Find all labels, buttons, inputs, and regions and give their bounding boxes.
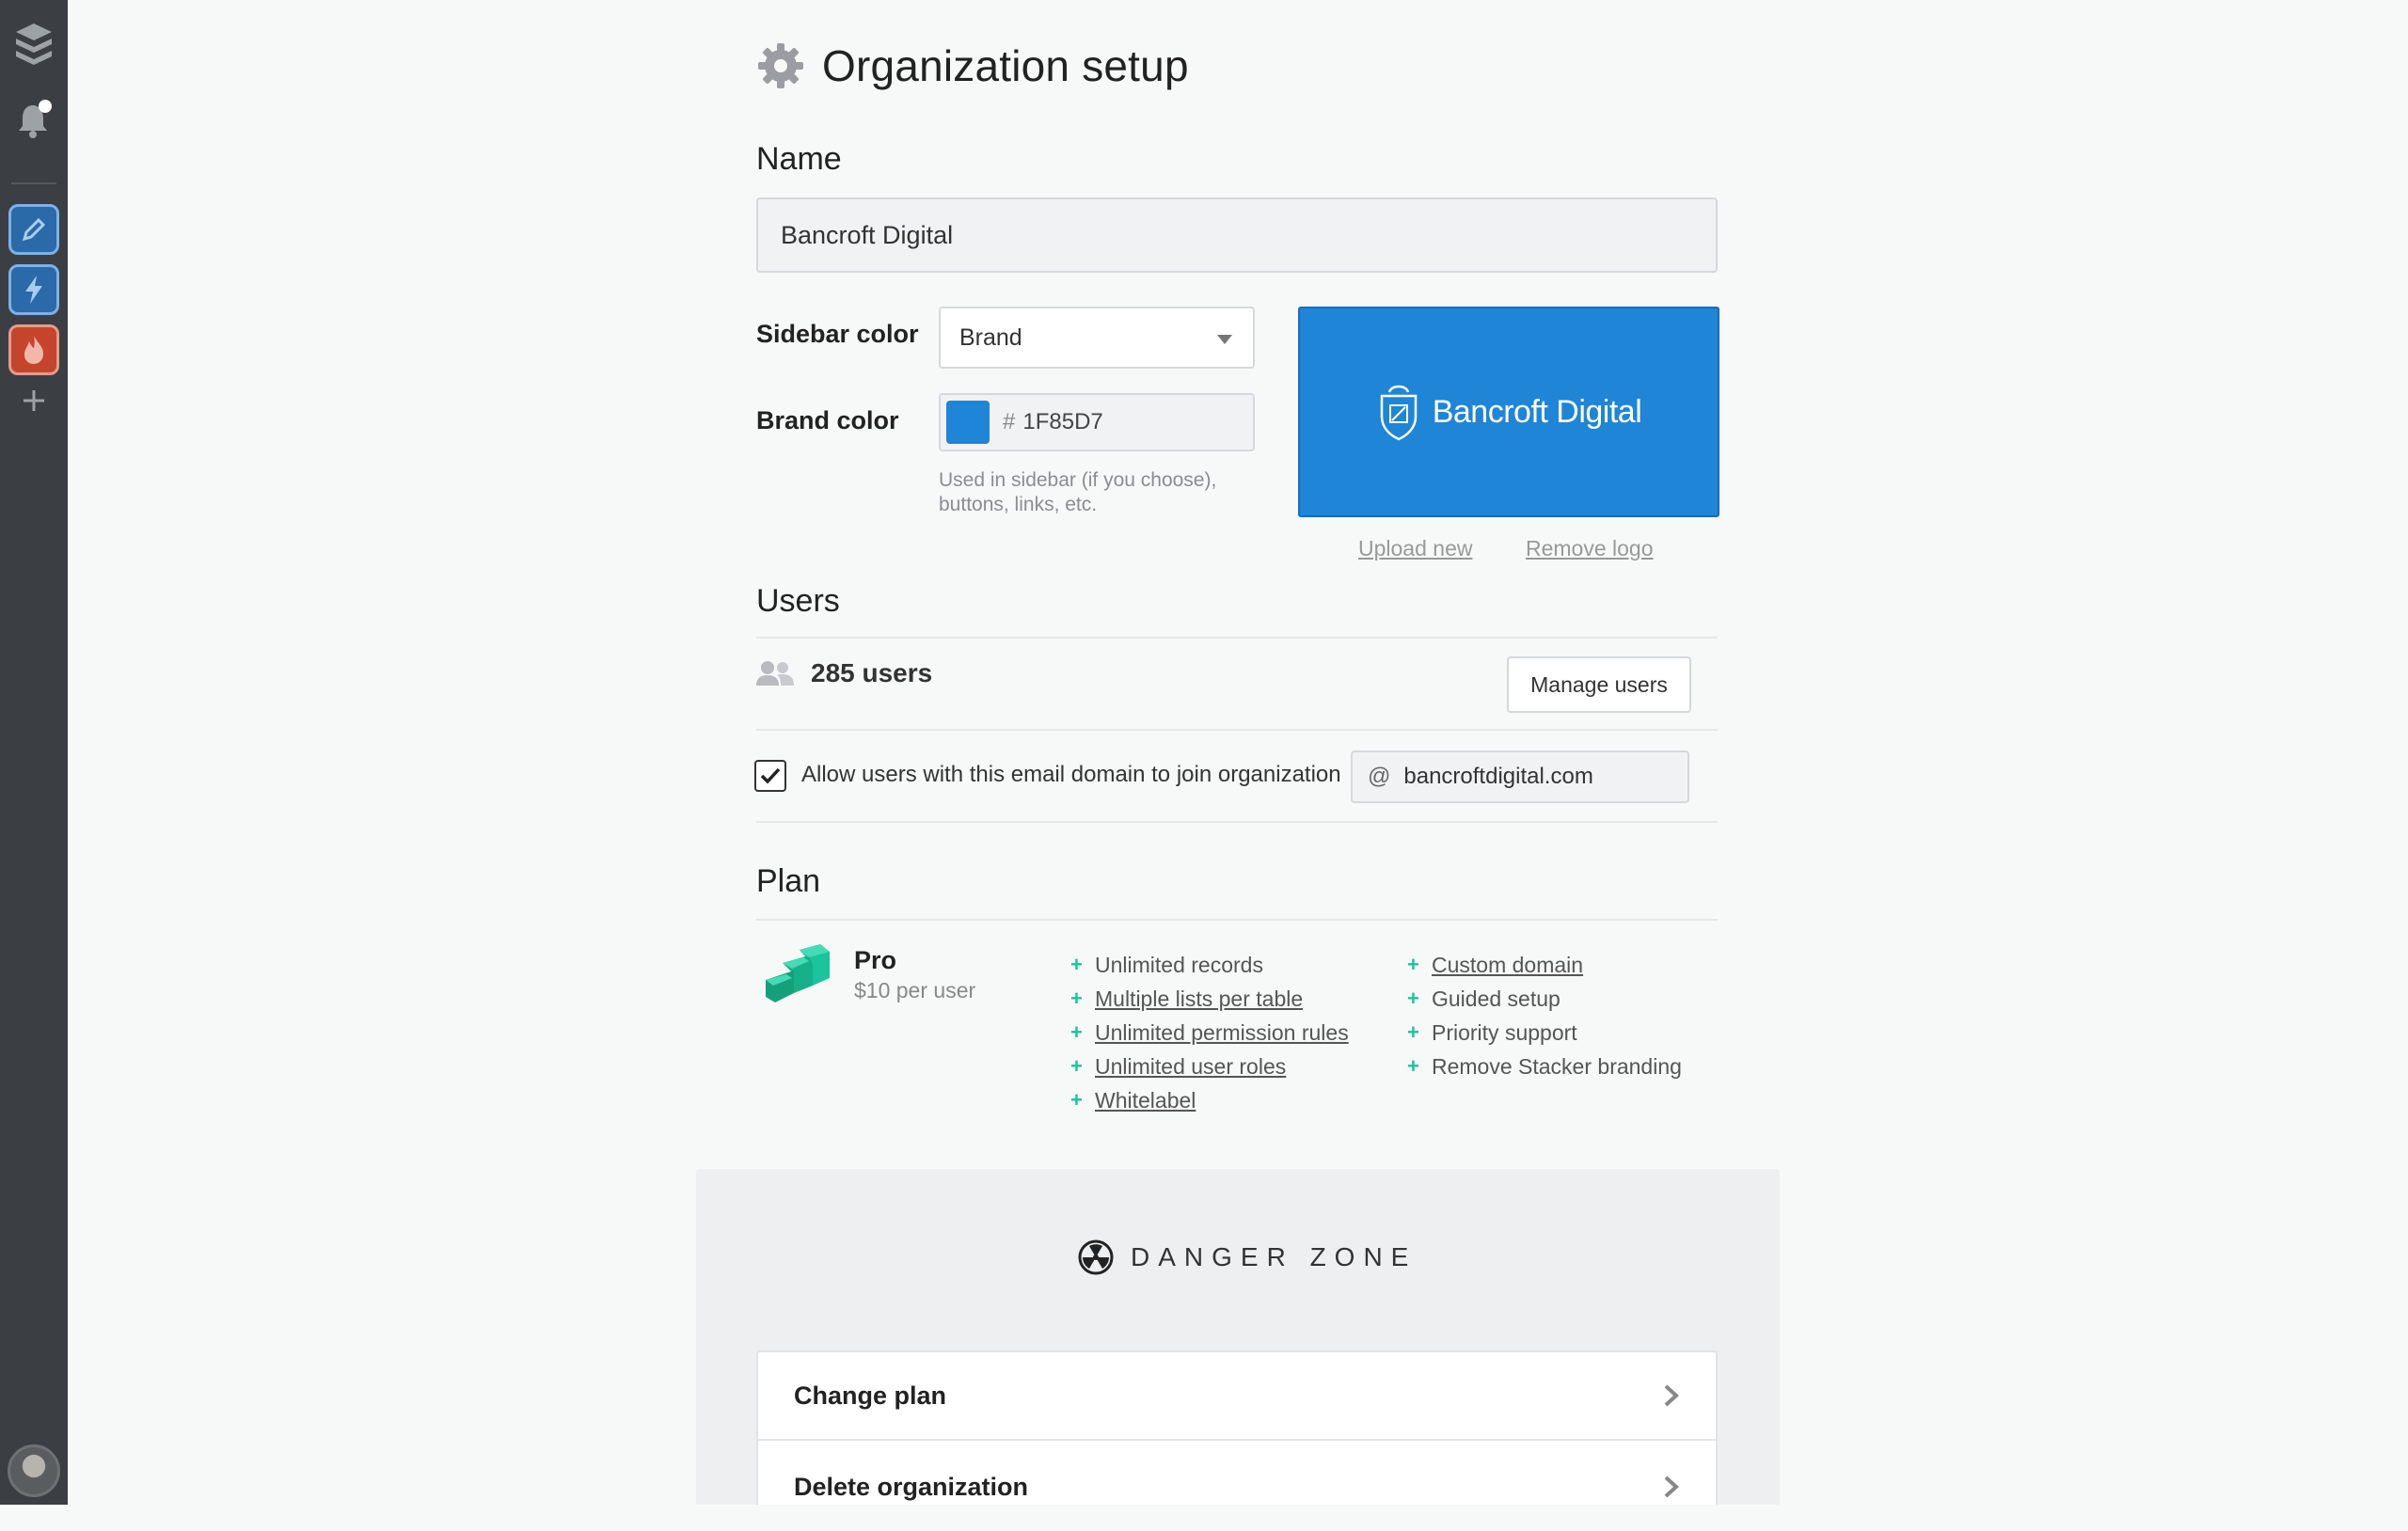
- plan-heading: Plan: [756, 863, 821, 899]
- hash-prefix: #: [1003, 409, 1016, 434]
- feature-label: Guided setup: [1432, 986, 1560, 1011]
- feature-label: Priority support: [1432, 1019, 1577, 1045]
- feature-link[interactable]: Custom domain: [1432, 953, 1583, 978]
- email-domain-input[interactable]: @ bancroftdigital.com: [1351, 750, 1689, 803]
- radiation-icon: [1078, 1239, 1114, 1275]
- plus-icon: +: [1070, 953, 1083, 976]
- users-count: 285 users: [811, 658, 933, 687]
- feature-item[interactable]: + Unlimited permission rules: [1070, 1016, 1349, 1050]
- plus-icon: +: [1070, 986, 1083, 1010]
- chevron-right-icon: [1664, 1476, 1679, 1498]
- feature-item: + Guided setup: [1407, 982, 1682, 1016]
- plus-icon: +: [1407, 953, 1419, 976]
- brand-color-field[interactable]: # 1F85D7: [939, 393, 1255, 451]
- stacker-logo-icon[interactable]: [13, 21, 55, 68]
- feature-label: Unlimited records: [1095, 952, 1263, 977]
- feature-item: + Unlimited records: [1070, 948, 1349, 982]
- remove-logo-link[interactable]: Remove logo: [1526, 536, 1654, 561]
- name-heading: Name: [756, 141, 842, 177]
- feature-item[interactable]: + Unlimited user roles: [1070, 1050, 1349, 1083]
- plus-icon: +: [1070, 1054, 1083, 1078]
- at-sign: @: [1368, 764, 1391, 789]
- divider: [756, 919, 1718, 921]
- app-rail: [0, 0, 68, 1505]
- plus-icon: +: [1070, 1020, 1083, 1044]
- plan-features-right: + Custom domain + Guided setup + Priority s…: [1407, 948, 1682, 1083]
- plus-icon: +: [1407, 1020, 1419, 1044]
- gear-icon: [758, 43, 803, 88]
- brand-color-swatch[interactable]: [946, 401, 990, 444]
- rail-divider: [11, 182, 56, 184]
- page-title: Organization setup: [822, 41, 1189, 90]
- plan-price: $10 per user: [854, 978, 976, 1002]
- checkmark-icon: [760, 767, 781, 784]
- divider: [756, 729, 1718, 731]
- sidebar-color-select[interactable]: Brand: [939, 307, 1255, 369]
- page-header: Organization setup: [756, 38, 1189, 94]
- logo-text: Bancroft Digital: [1432, 393, 1642, 430]
- change-plan-label: Change plan: [794, 1381, 947, 1410]
- plus-icon: +: [1407, 1054, 1419, 1078]
- change-plan-row[interactable]: Change plan: [758, 1352, 1716, 1441]
- feature-link[interactable]: Multiple lists per table: [1095, 986, 1303, 1012]
- allow-domain-label: Allow users with this email domain to jo…: [801, 762, 1341, 787]
- feature-item: + Remove Stacker branding: [1407, 1050, 1682, 1083]
- danger-zone-label: DANGER ZONE: [1131, 1242, 1418, 1271]
- danger-actions: Change plan Delete organization: [756, 1350, 1718, 1505]
- chevron-down-icon: [1217, 335, 1232, 344]
- users-summary: 285 users: [756, 658, 932, 688]
- lightning-app-button[interactable]: [8, 264, 59, 315]
- flame-icon: [24, 336, 43, 364]
- feature-link[interactable]: Unlimited permission rules: [1095, 1020, 1349, 1046]
- delete-organization-label: Delete organization: [794, 1472, 1029, 1501]
- pencil-app-button[interactable]: [8, 204, 59, 255]
- divider: [756, 821, 1718, 823]
- allow-domain-checkbox[interactable]: [754, 760, 786, 792]
- organization-name-value: Bancroft Digital: [781, 220, 954, 249]
- organization-name-input[interactable]: Bancroft Digital: [756, 197, 1718, 273]
- pencil-icon: [22, 217, 46, 242]
- feature-item[interactable]: + Multiple lists per table: [1070, 982, 1349, 1016]
- organization-logo-preview: Bancroft Digital: [1298, 307, 1719, 517]
- divider: [756, 637, 1718, 639]
- brand-color-hint: Used in sidebar (if you choose), buttons…: [939, 469, 1217, 515]
- crest-logo-icon: [1380, 385, 1417, 441]
- plan-name: Pro: [854, 946, 897, 974]
- lightning-icon: [25, 276, 42, 304]
- sidebar-color-value: Brand: [959, 324, 1022, 351]
- feature-link[interactable]: Unlimited user roles: [1095, 1054, 1286, 1080]
- feature-item: + Priority support: [1407, 1016, 1682, 1050]
- plan-stairs-icon: [766, 944, 830, 1002]
- upload-logo-link[interactable]: Upload new: [1358, 536, 1472, 561]
- add-app-icon[interactable]: [19, 386, 49, 416]
- plan-features-left: + Unlimited records + Multiple lists per t…: [1070, 948, 1349, 1117]
- email-domain-value: bancroftdigital.com: [1403, 764, 1593, 789]
- user-avatar[interactable]: [8, 1444, 60, 1497]
- feature-link[interactable]: Whitelabel: [1095, 1088, 1196, 1113]
- feature-item[interactable]: + Custom domain: [1407, 948, 1682, 982]
- feature-label: Remove Stacker branding: [1432, 1053, 1682, 1079]
- users-icon: [756, 661, 794, 686]
- feature-item[interactable]: + Whitelabel: [1070, 1083, 1349, 1117]
- users-heading: Users: [756, 583, 840, 619]
- danger-zone-title: DANGER ZONE: [1078, 1239, 1417, 1275]
- notifications-bell-icon[interactable]: [15, 98, 53, 139]
- manage-users-button[interactable]: Manage users: [1507, 656, 1691, 713]
- delete-organization-row[interactable]: Delete organization: [758, 1443, 1716, 1531]
- chevron-right-icon: [1664, 1384, 1679, 1407]
- plus-icon: +: [1407, 986, 1419, 1010]
- plus-icon: +: [1070, 1088, 1083, 1112]
- flame-app-button[interactable]: [8, 324, 59, 375]
- brand-color-label: Brand color: [756, 406, 899, 434]
- sidebar-color-label: Sidebar color: [756, 320, 919, 348]
- brand-color-value: 1F85D7: [1022, 409, 1103, 434]
